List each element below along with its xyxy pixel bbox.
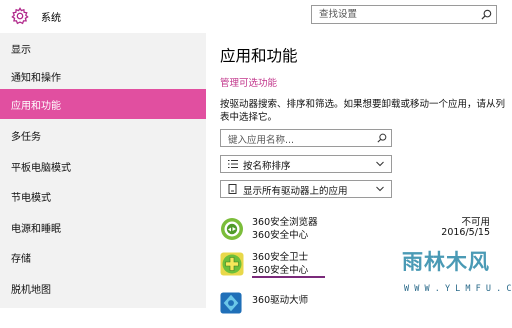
app-name: 360驱动大师 — [252, 295, 309, 306]
watermark: 雨林木风 W W W . Y L M F U . C O M — [402, 246, 512, 304]
app-search-placeholder: 键入应用名称... — [228, 135, 295, 146]
sidebar-item-label: 应用和功能 — [11, 101, 61, 112]
sidebar-item-label: 多任务 — [11, 132, 41, 143]
search-icon[interactable] — [481, 9, 492, 20]
sidebar-item-label: 存储 — [11, 254, 31, 265]
sidebar-item-apps-features[interactable]: 应用和功能 — [0, 89, 206, 119]
drive-filter-label: 显示所有驱动器上的应用 — [243, 186, 348, 197]
360-driver-master-logo-icon — [220, 292, 242, 314]
search-icon[interactable] — [377, 133, 387, 143]
sidebar: 显示 通知和操作 应用和功能 多任务 平板电脑模式 节电模式 电源和睡眠 存储 … — [0, 33, 206, 308]
manage-optional-features-link[interactable]: 管理可选功能 — [220, 75, 277, 89]
drive-filter-dropdown[interactable]: 显示所有驱动器上的应用 — [220, 180, 392, 198]
gear-icon — [11, 7, 29, 25]
app-date: 2016/5/15 — [441, 227, 490, 238]
sidebar-item-battery-saver[interactable]: 节电模式 — [0, 181, 206, 211]
sidebar-item-notifications[interactable]: 通知和操作 — [0, 61, 206, 91]
sidebar-item-label: 通知和操作 — [11, 73, 61, 84]
sidebar-item-tablet-mode[interactable]: 平板电脑模式 — [0, 151, 206, 181]
sidebar-item-label: 电源和睡眠 — [11, 224, 61, 235]
title-bar: 系统 — [0, 0, 512, 33]
app-list-item[interactable]: 360安全浏览器 360安全中心 不可用 2016/5/15 — [220, 214, 512, 250]
sidebar-item-display[interactable]: 显示 — [0, 33, 206, 63]
sidebar-item-label: 平板电脑模式 — [11, 163, 71, 174]
annotation-underline — [252, 276, 325, 278]
sidebar-item-multitasking[interactable]: 多任务 — [0, 120, 206, 150]
settings-search-input[interactable] — [312, 6, 479, 23]
app-publisher: 360安全中心 — [252, 265, 309, 276]
sidebar-item-label: 脱机地图 — [11, 285, 51, 296]
sidebar-item-label: 节电模式 — [11, 193, 51, 204]
sort-dropdown[interactable]: 按名称排序 — [220, 155, 392, 173]
drive-icon — [228, 184, 237, 194]
watermark-logo-text: 雨林木风 — [402, 250, 490, 274]
watermark-url: W W W . Y L M F U . C O M — [404, 284, 512, 294]
sidebar-item-power-sleep[interactable]: 电源和睡眠 — [0, 212, 206, 242]
app-name: 360安全浏览器 — [252, 217, 318, 228]
app-name: 360安全卫士 — [252, 252, 309, 263]
chevron-down-icon — [376, 186, 384, 192]
chevron-down-icon — [376, 161, 384, 167]
sort-list-icon — [228, 160, 238, 168]
sort-label: 按名称排序 — [243, 161, 291, 172]
app-publisher: 360安全中心 — [252, 230, 309, 241]
sidebar-item-storage[interactable]: 存储 — [0, 242, 206, 272]
description-text: 按驱动器搜索、排序和筛选。如果想要卸载或移动一个应用，请从列表中选择它。 — [220, 99, 506, 123]
360-browser-logo-icon — [221, 218, 243, 240]
window-title: 系统 — [41, 13, 61, 24]
sidebar-item-offline-maps[interactable]: 脱机地图 — [0, 273, 206, 303]
sidebar-item-label: 显示 — [11, 45, 31, 56]
settings-search-box[interactable] — [311, 5, 497, 24]
page-title: 应用和功能 — [220, 47, 298, 65]
app-search-field[interactable]: 键入应用名称... — [220, 129, 392, 147]
360-safeguard-logo-icon — [220, 252, 244, 276]
app-status: 不可用 — [461, 217, 490, 228]
